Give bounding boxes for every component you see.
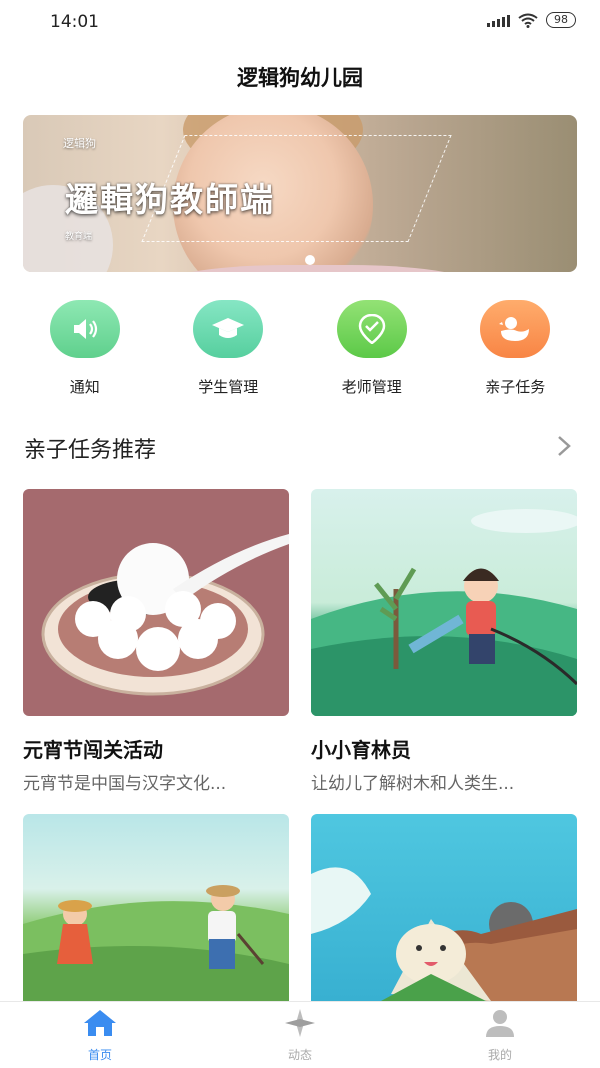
signal-icon bbox=[487, 13, 510, 27]
tab-label: 动态 bbox=[287, 1048, 312, 1062]
task-card[interactable] bbox=[311, 814, 577, 1001]
person-icon bbox=[486, 1010, 514, 1037]
compass-icon bbox=[285, 1009, 315, 1037]
card-title: 小小育林员 bbox=[311, 738, 411, 762]
shortcut-notice[interactable]: 通知 bbox=[25, 300, 145, 397]
card-description: 让幼儿了解树木和人类生... bbox=[311, 774, 515, 794]
shortcut-label: 通知 bbox=[69, 378, 100, 396]
banner-carousel[interactable]: 逻辑狗 邏輯狗教師端 教育端 bbox=[23, 115, 577, 272]
tangyuan-illustration bbox=[23, 489, 289, 716]
battery-indicator: 98 bbox=[546, 12, 576, 28]
bottom-tab-bar: 首页 动态 我的 bbox=[0, 1001, 600, 1068]
status-icons: 98 bbox=[487, 12, 576, 28]
speaker-icon bbox=[49, 300, 120, 358]
wifi-icon bbox=[518, 13, 538, 28]
duck-icon bbox=[480, 300, 551, 358]
section-title: 亲子任务推荐 bbox=[24, 438, 157, 463]
shortcut-parent-child-task[interactable]: 亲子任务 bbox=[455, 300, 575, 397]
task-card[interactable] bbox=[23, 814, 289, 1001]
zongzi-illustration bbox=[311, 814, 577, 1001]
status-time: 14:01 bbox=[50, 12, 99, 32]
chevron-right-icon[interactable] bbox=[556, 434, 572, 464]
tab-home[interactable]: 首页 bbox=[0, 1002, 200, 1068]
task-card[interactable]: 小小育林员 让幼儿了解树木和人类生... bbox=[311, 489, 577, 794]
tab-label: 我的 bbox=[487, 1048, 512, 1062]
shortcut-teacher-management[interactable]: 老师管理 bbox=[312, 300, 432, 397]
banner-brand-small: 逻辑狗 bbox=[63, 137, 96, 150]
task-card[interactable]: 元宵节闯关活动 元宵节是中国与汉字文化... bbox=[23, 489, 289, 794]
farming-illustration bbox=[23, 814, 289, 1001]
home-icon bbox=[84, 1010, 116, 1036]
tab-label: 首页 bbox=[87, 1048, 112, 1062]
shortcut-student-management[interactable]: 学生管理 bbox=[168, 300, 288, 397]
location-check-icon bbox=[336, 300, 407, 358]
status-bar: 14:01 98 bbox=[0, 0, 600, 44]
shortcut-label: 老师管理 bbox=[341, 378, 402, 396]
banner-sub-small: 教育端 bbox=[65, 232, 93, 242]
shortcut-label: 亲子任务 bbox=[485, 378, 546, 396]
watering-tree-illustration bbox=[311, 489, 577, 716]
tab-feed[interactable]: 动态 bbox=[200, 1002, 400, 1068]
shortcut-grid: 通知 学生管理 老师管理 亲子任务 bbox=[0, 300, 600, 397]
banner-headline: 邏輯狗教師端 bbox=[65, 180, 275, 219]
card-description: 元宵节是中国与汉字文化... bbox=[23, 774, 227, 794]
graduation-cap-icon bbox=[193, 300, 264, 358]
tab-profile[interactable]: 我的 bbox=[400, 1002, 600, 1068]
page-title: 逻辑狗幼儿园 bbox=[237, 66, 363, 90]
shortcut-label: 学生管理 bbox=[198, 378, 259, 396]
carousel-indicator-dot[interactable] bbox=[305, 255, 315, 265]
card-title: 元宵节闯关活动 bbox=[23, 738, 163, 762]
